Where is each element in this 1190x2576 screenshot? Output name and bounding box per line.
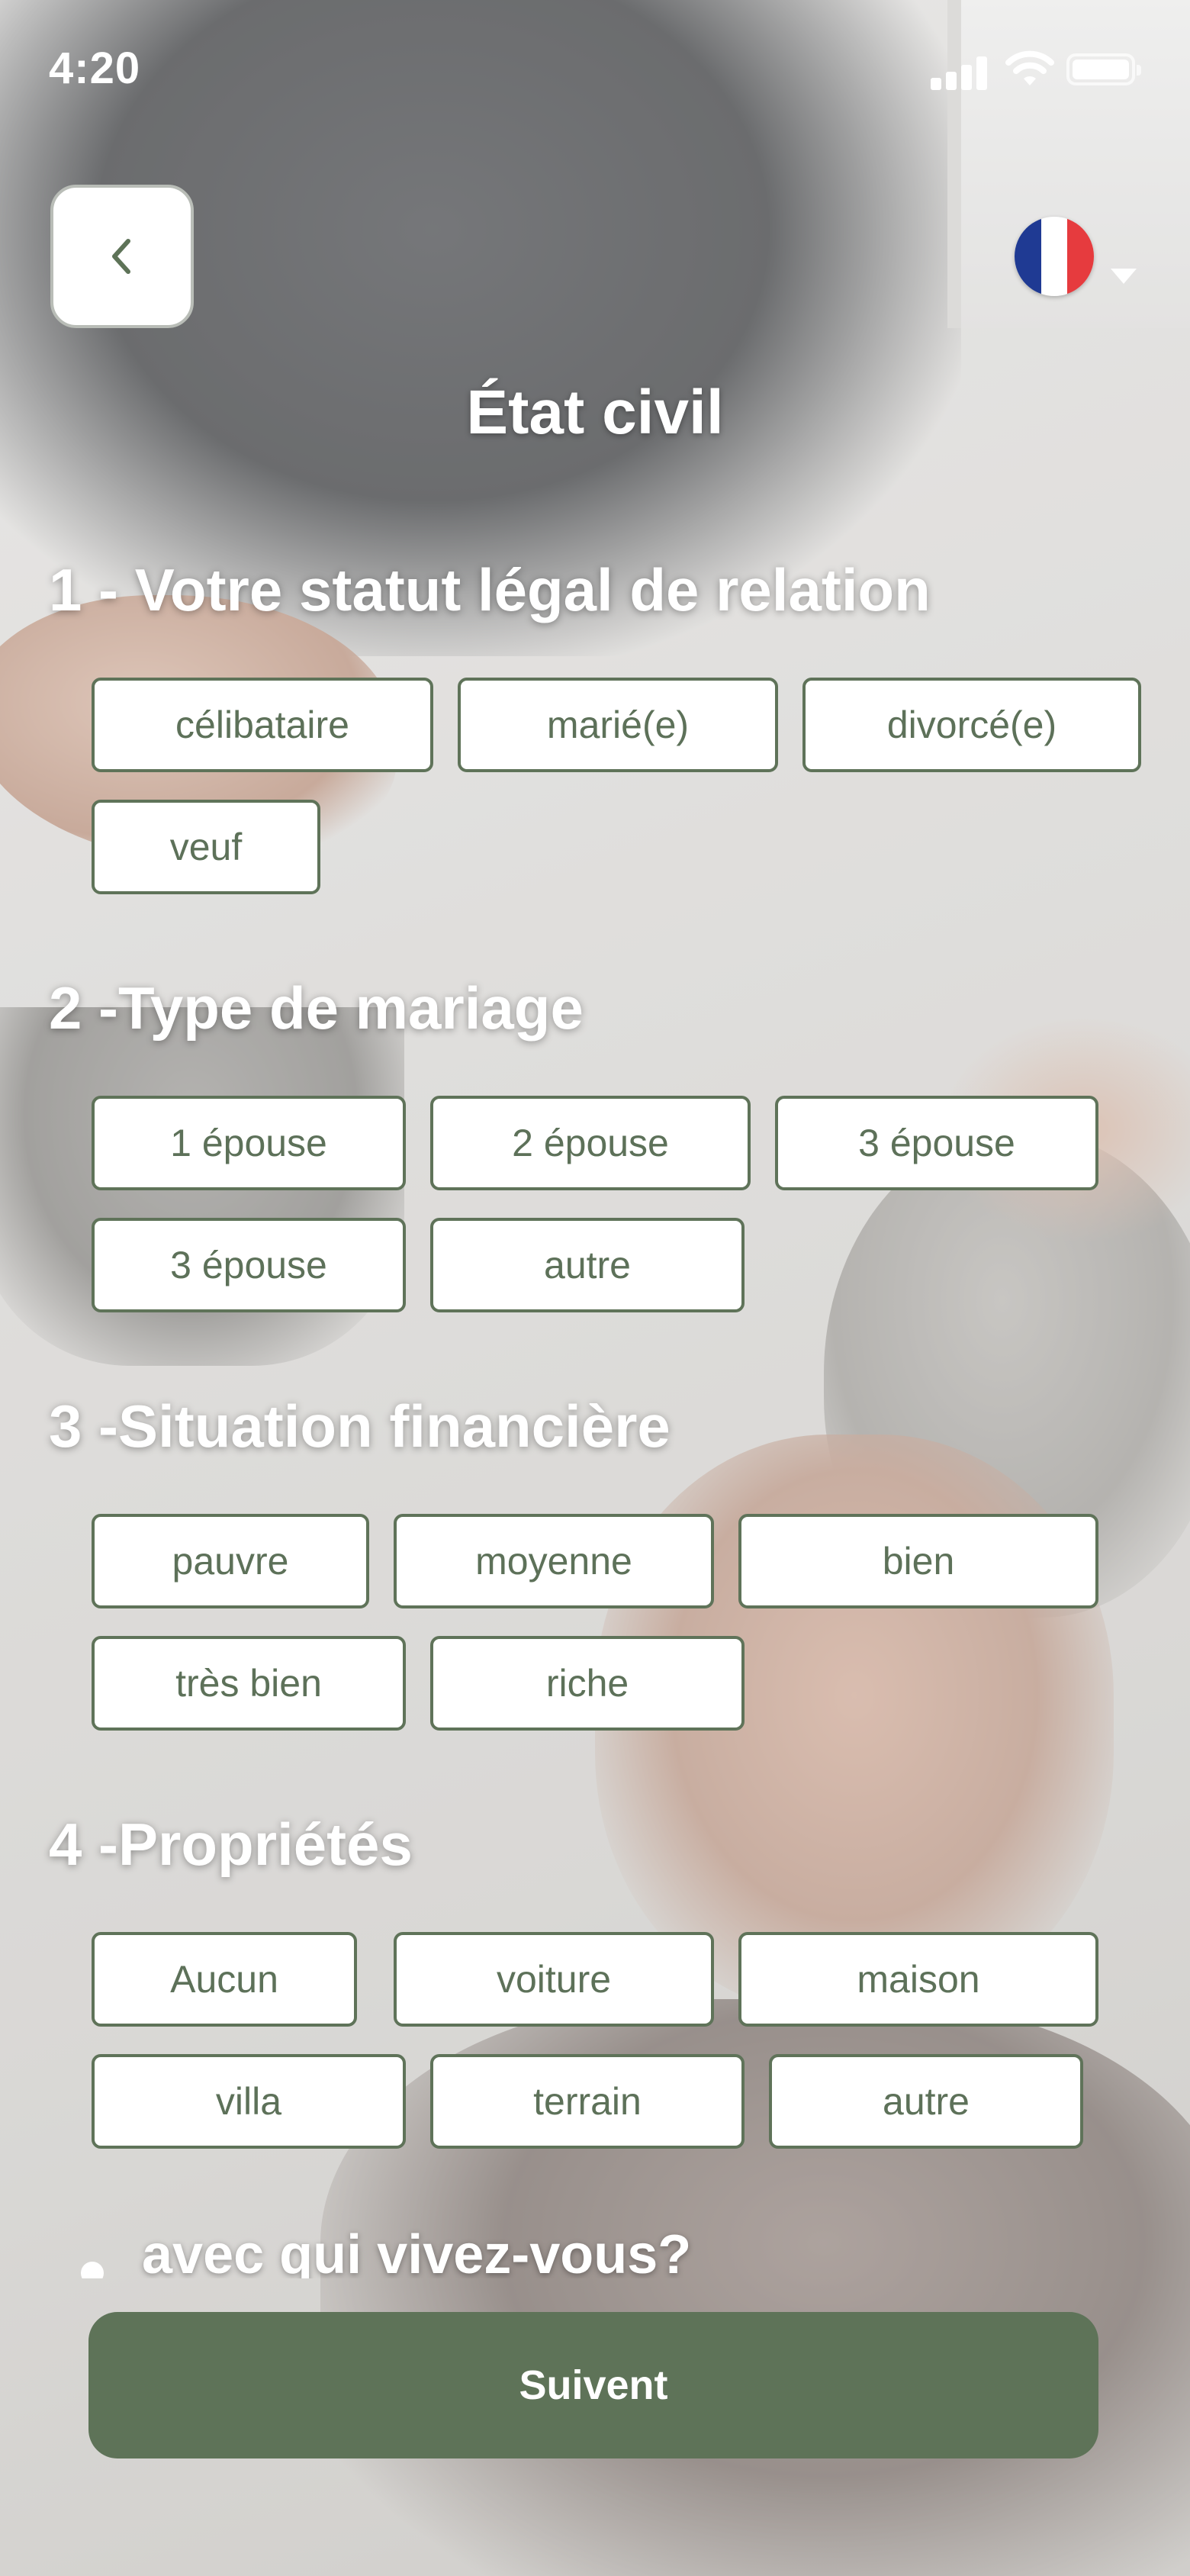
- option-terrain[interactable]: terrain: [430, 2054, 745, 2149]
- back-button[interactable]: [50, 185, 194, 328]
- flag-white-band: [1040, 217, 1068, 296]
- option-1-epouse[interactable]: 1 épouse: [92, 1096, 406, 1190]
- option-marie[interactable]: marié(e): [458, 678, 778, 772]
- page-title: État civil: [466, 378, 724, 447]
- section-title-relationship-status: 1 - Votre statut légal de relation: [49, 556, 931, 623]
- option-aucun[interactable]: Aucun: [92, 1932, 357, 2027]
- option-autre-mariage[interactable]: autre: [430, 1218, 745, 1312]
- option-2-epouse[interactable]: 2 épouse: [430, 1096, 751, 1190]
- submit-button[interactable]: Suivent: [88, 2312, 1098, 2458]
- option-riche[interactable]: riche: [430, 1636, 745, 1731]
- section-title-marriage-type: 2 -Type de mariage: [49, 974, 584, 1042]
- next-question-text: avec qui vivez-vous?: [142, 2224, 692, 2278]
- option-3-epouse-second[interactable]: 3 épouse: [92, 1218, 406, 1312]
- chevron-left-icon: [112, 239, 130, 274]
- next-question: avec qui vivez-vous?: [81, 2223, 1149, 2278]
- section-title-properties: 4 -Propriétés: [49, 1811, 413, 1878]
- caret-down-icon[interactable]: [1111, 269, 1137, 284]
- status-bar: 4:20: [0, 0, 1190, 137]
- language-flag-button[interactable]: [1015, 217, 1094, 296]
- option-pauvre[interactable]: pauvre: [92, 1514, 369, 1608]
- submit-button-label: Suivent: [519, 2362, 668, 2408]
- bullet-dot: [81, 2262, 104, 2278]
- option-autre-propriete[interactable]: autre: [769, 2054, 1083, 2149]
- option-maison[interactable]: maison: [738, 1932, 1098, 2027]
- option-veuf[interactable]: veuf: [92, 800, 320, 894]
- status-time: 4:20: [49, 43, 141, 93]
- option-bien[interactable]: bien: [738, 1514, 1098, 1608]
- option-divorce[interactable]: divorcé(e): [802, 678, 1141, 772]
- option-voiture[interactable]: voiture: [394, 1932, 714, 2027]
- wifi-icon: [1005, 50, 1054, 85]
- cellular-signal-icon: [931, 56, 989, 90]
- option-3-epouse[interactable]: 3 épouse: [775, 1096, 1098, 1190]
- option-celibataire[interactable]: célibataire: [92, 678, 433, 772]
- option-moyenne[interactable]: moyenne: [394, 1514, 714, 1608]
- option-villa[interactable]: villa: [92, 2054, 406, 2149]
- battery-icon: [1066, 53, 1141, 85]
- option-tres-bien[interactable]: très bien: [92, 1636, 406, 1731]
- section-title-financial-situation: 3 -Situation financière: [49, 1393, 671, 1460]
